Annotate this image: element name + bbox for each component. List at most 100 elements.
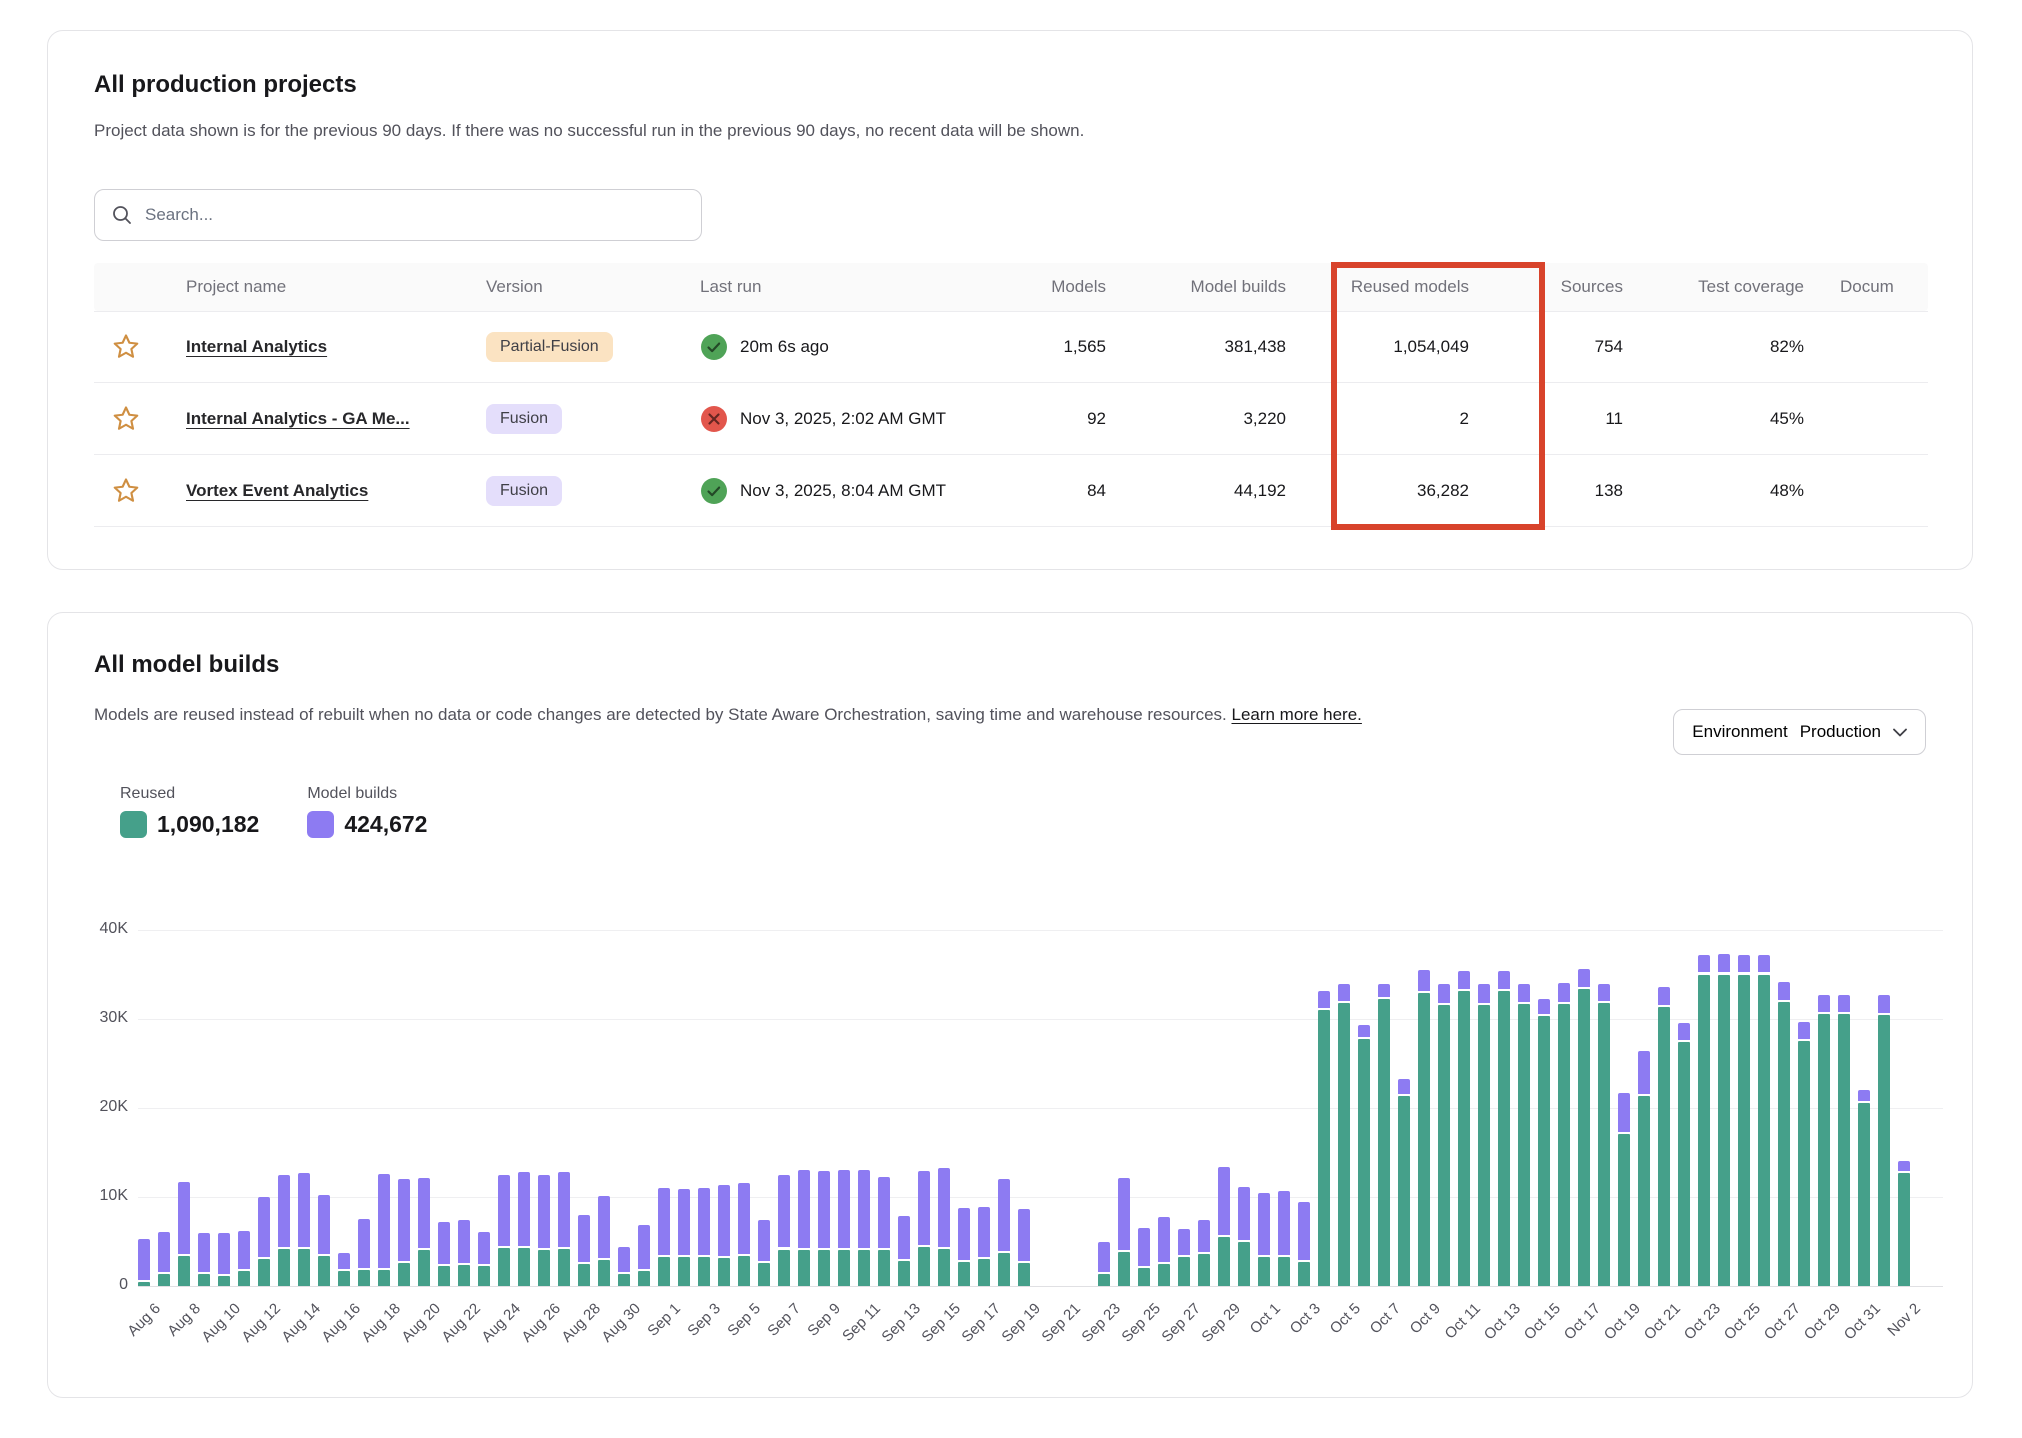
bar-segment-reused: [818, 1250, 830, 1286]
bar-segment-model-builds: [678, 1189, 690, 1255]
y-axis-tick-label: 40K: [48, 920, 128, 938]
bar-segment-reused: [178, 1256, 190, 1286]
bar-segment-model-builds: [1238, 1187, 1250, 1240]
bar-segment-model-builds: [698, 1188, 710, 1255]
bar-segment-model-builds: [1658, 987, 1670, 1005]
x-axis-tick-label: Oct 17: [1561, 1300, 1604, 1343]
bar-segment-reused: [1718, 975, 1730, 1287]
project-search[interactable]: [94, 189, 702, 241]
bar-segment-reused: [438, 1266, 450, 1286]
bar-segment-reused: [1318, 1010, 1330, 1286]
bar-segment-reused: [998, 1253, 1010, 1286]
table-row[interactable]: Vortex Event AnalyticsFusionNov 3, 2025,…: [94, 455, 1928, 527]
column-header-test-coverage: Test coverage: [1643, 277, 1828, 297]
projects-table: Project nameVersionLast runModelsModel b…: [94, 263, 1928, 527]
search-input[interactable]: [145, 205, 685, 225]
x-axis-tick-label: Oct 15: [1521, 1300, 1564, 1343]
bar-segment-reused: [298, 1249, 310, 1286]
bar-segment-model-builds: [938, 1168, 950, 1246]
bar-segment-reused: [1658, 1007, 1670, 1286]
legend-builds: Model builds 424,672: [307, 785, 427, 838]
learn-more-link[interactable]: Learn more here.: [1231, 705, 1361, 724]
favorite-star-icon[interactable]: [110, 403, 142, 435]
favorite-star-icon[interactable]: [110, 475, 142, 507]
x-axis-tick-label: Oct 3: [1287, 1300, 1324, 1337]
bar-segment-reused: [618, 1274, 630, 1286]
bar-segment-reused: [1518, 1004, 1530, 1286]
bar-segment-model-builds: [278, 1175, 290, 1247]
bar-segment-reused: [958, 1262, 970, 1286]
models-count: 92: [998, 409, 1118, 429]
bar-segment-model-builds: [558, 1172, 570, 1247]
reused-models-count: 36,282: [1298, 481, 1503, 501]
bar-segment-model-builds: [1818, 995, 1830, 1012]
favorite-star-icon[interactable]: [110, 331, 142, 363]
bar-segment-reused: [1538, 1016, 1550, 1286]
bar-segment-model-builds: [358, 1219, 370, 1268]
project-name-link[interactable]: Internal Analytics: [186, 337, 327, 356]
reused-models-count: 2: [1298, 409, 1503, 429]
models-count: 84: [998, 481, 1118, 501]
x-axis-tick-label: Sep 15: [918, 1300, 964, 1346]
bar-segment-model-builds: [1878, 995, 1890, 1013]
bar-segment-model-builds: [1138, 1228, 1150, 1266]
bar-segment-reused: [918, 1247, 930, 1286]
x-axis-tick-label: Aug 8: [164, 1300, 204, 1340]
project-name-link[interactable]: Internal Analytics - GA Me...: [186, 409, 410, 428]
bar-segment-model-builds: [478, 1232, 490, 1263]
bar-segment-reused: [198, 1274, 210, 1286]
x-axis-tick-label: Aug 28: [558, 1300, 604, 1346]
column-header-models: Models: [998, 277, 1118, 297]
bar-segment-reused: [1438, 1005, 1450, 1286]
bar-segment-model-builds: [1178, 1229, 1190, 1255]
bar-segment-model-builds: [338, 1253, 350, 1269]
bar-segment-reused: [158, 1274, 170, 1286]
x-axis-tick-label: Sep 29: [1198, 1300, 1244, 1346]
bar-segment-model-builds: [298, 1173, 310, 1247]
bar-segment-reused: [898, 1261, 910, 1286]
bar-segment-reused: [1558, 1004, 1570, 1286]
bar-segment-reused: [1878, 1015, 1890, 1286]
bar-segment-reused: [1598, 1003, 1610, 1286]
bar-segment-model-builds: [1418, 970, 1430, 991]
column-header-sources: Sources: [1503, 277, 1643, 297]
bar-segment-reused: [838, 1250, 850, 1286]
chart-legend: Reused 1,090,182 Model builds 424,672: [120, 785, 427, 838]
bar-segment-model-builds: [218, 1233, 230, 1274]
project-name-link[interactable]: Vortex Event Analytics: [186, 481, 368, 500]
bar-segment-model-builds: [1778, 982, 1790, 1000]
column-header-reused-models: Reused models: [1298, 277, 1503, 297]
bar-segment-model-builds: [1258, 1193, 1270, 1254]
bar-segment-reused: [538, 1250, 550, 1286]
bar-segment-reused: [878, 1250, 890, 1286]
x-axis-tick-label: Sep 19: [998, 1300, 1044, 1346]
bar-segment-model-builds: [1398, 1079, 1410, 1093]
bar-segment-reused: [638, 1271, 650, 1286]
table-row[interactable]: Internal Analytics - GA Me...FusionNov 3…: [94, 383, 1928, 455]
x-axis-tick-label: Sep 5: [724, 1300, 764, 1340]
bar-segment-reused: [1178, 1257, 1190, 1286]
x-axis-tick-label: Aug 26: [518, 1300, 564, 1346]
bar-segment-model-builds: [1898, 1161, 1910, 1171]
x-axis-tick-label: Sep 23: [1078, 1300, 1124, 1346]
bar-segment-reused: [718, 1258, 730, 1286]
bar-segment-reused: [478, 1266, 490, 1286]
bar-segment-reused: [1198, 1254, 1210, 1286]
x-axis-tick-label: Oct 29: [1801, 1300, 1844, 1343]
gridline: [138, 930, 1943, 931]
bar-segment-reused: [1098, 1274, 1110, 1286]
bar-segment-reused: [938, 1249, 950, 1286]
production-projects-card: All production projects Project data sho…: [47, 30, 1973, 570]
x-axis-tick-label: Aug 30: [598, 1300, 644, 1346]
bar-segment-reused: [738, 1256, 750, 1286]
bar-segment-reused: [1218, 1237, 1230, 1286]
x-axis-tick-label: Aug 6: [124, 1300, 164, 1340]
bar-segment-model-builds: [1598, 984, 1610, 1001]
bar-segment-reused: [1858, 1103, 1870, 1286]
environment-select[interactable]: Environment Production: [1673, 709, 1926, 755]
x-axis-tick-label: Sep 21: [1038, 1300, 1084, 1346]
bar-segment-model-builds: [1378, 984, 1390, 997]
bar-segment-reused: [1378, 999, 1390, 1286]
table-row[interactable]: Internal AnalyticsPartial-Fusion20m 6s a…: [94, 311, 1928, 383]
bar-segment-model-builds: [1538, 999, 1550, 1014]
